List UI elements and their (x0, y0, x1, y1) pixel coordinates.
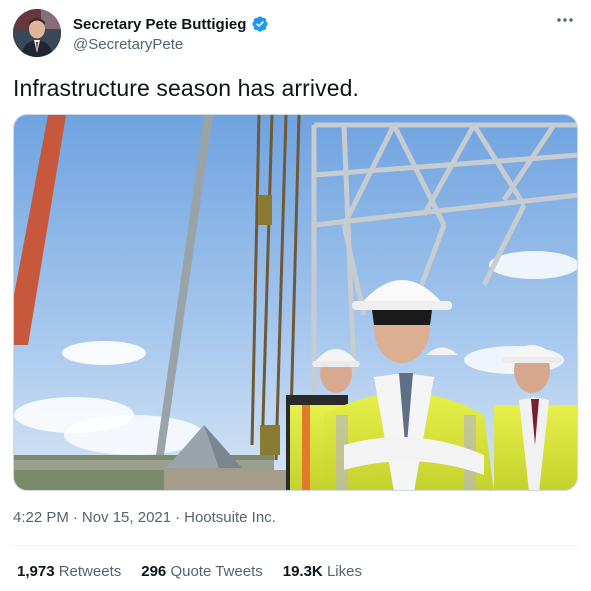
tweet-stats: 1,973 Retweets 296 Quote Tweets 19.3K Li… (17, 563, 362, 580)
quote-tweets-label: Quote Tweets (170, 563, 263, 580)
avatar[interactable] (13, 9, 61, 57)
tweet-date[interactable]: Nov 15, 2021 (82, 509, 171, 526)
meta-separator: · (175, 509, 181, 526)
author-display-name[interactable]: Secretary Pete Buttigieg (73, 16, 246, 33)
tweet-time[interactable]: 4:22 PM (13, 509, 69, 526)
tweet-source[interactable]: Hootsuite Inc. (184, 509, 276, 526)
author-info: Secretary Pete Buttigieg @SecretaryPete (73, 15, 269, 53)
divider (13, 545, 578, 546)
verified-badge-icon (251, 15, 269, 33)
quote-tweets-stat[interactable]: 296 Quote Tweets (141, 563, 262, 580)
likes-label: Likes (326, 563, 362, 580)
tweet-text: Infrastructure season has arrived. (13, 75, 360, 101)
more-horizontal-icon[interactable] (554, 9, 576, 31)
tweet-header: Secretary Pete Buttigieg @SecretaryPete (13, 9, 578, 59)
likes-count: 19.3K (282, 563, 323, 580)
quote-tweets-count: 296 (141, 563, 167, 580)
retweets-label: Retweets (58, 563, 122, 580)
retweets-stat[interactable]: 1,973 Retweets (17, 563, 121, 580)
tweet-meta: 4:22 PM · Nov 15, 2021 · Hootsuite Inc. (13, 509, 276, 526)
tweet-photo[interactable] (13, 114, 578, 491)
author-handle[interactable]: @SecretaryPete (73, 36, 269, 53)
retweets-count: 1,973 (17, 563, 55, 580)
meta-separator: · (72, 509, 78, 526)
likes-stat[interactable]: 19.3K Likes (283, 563, 362, 580)
